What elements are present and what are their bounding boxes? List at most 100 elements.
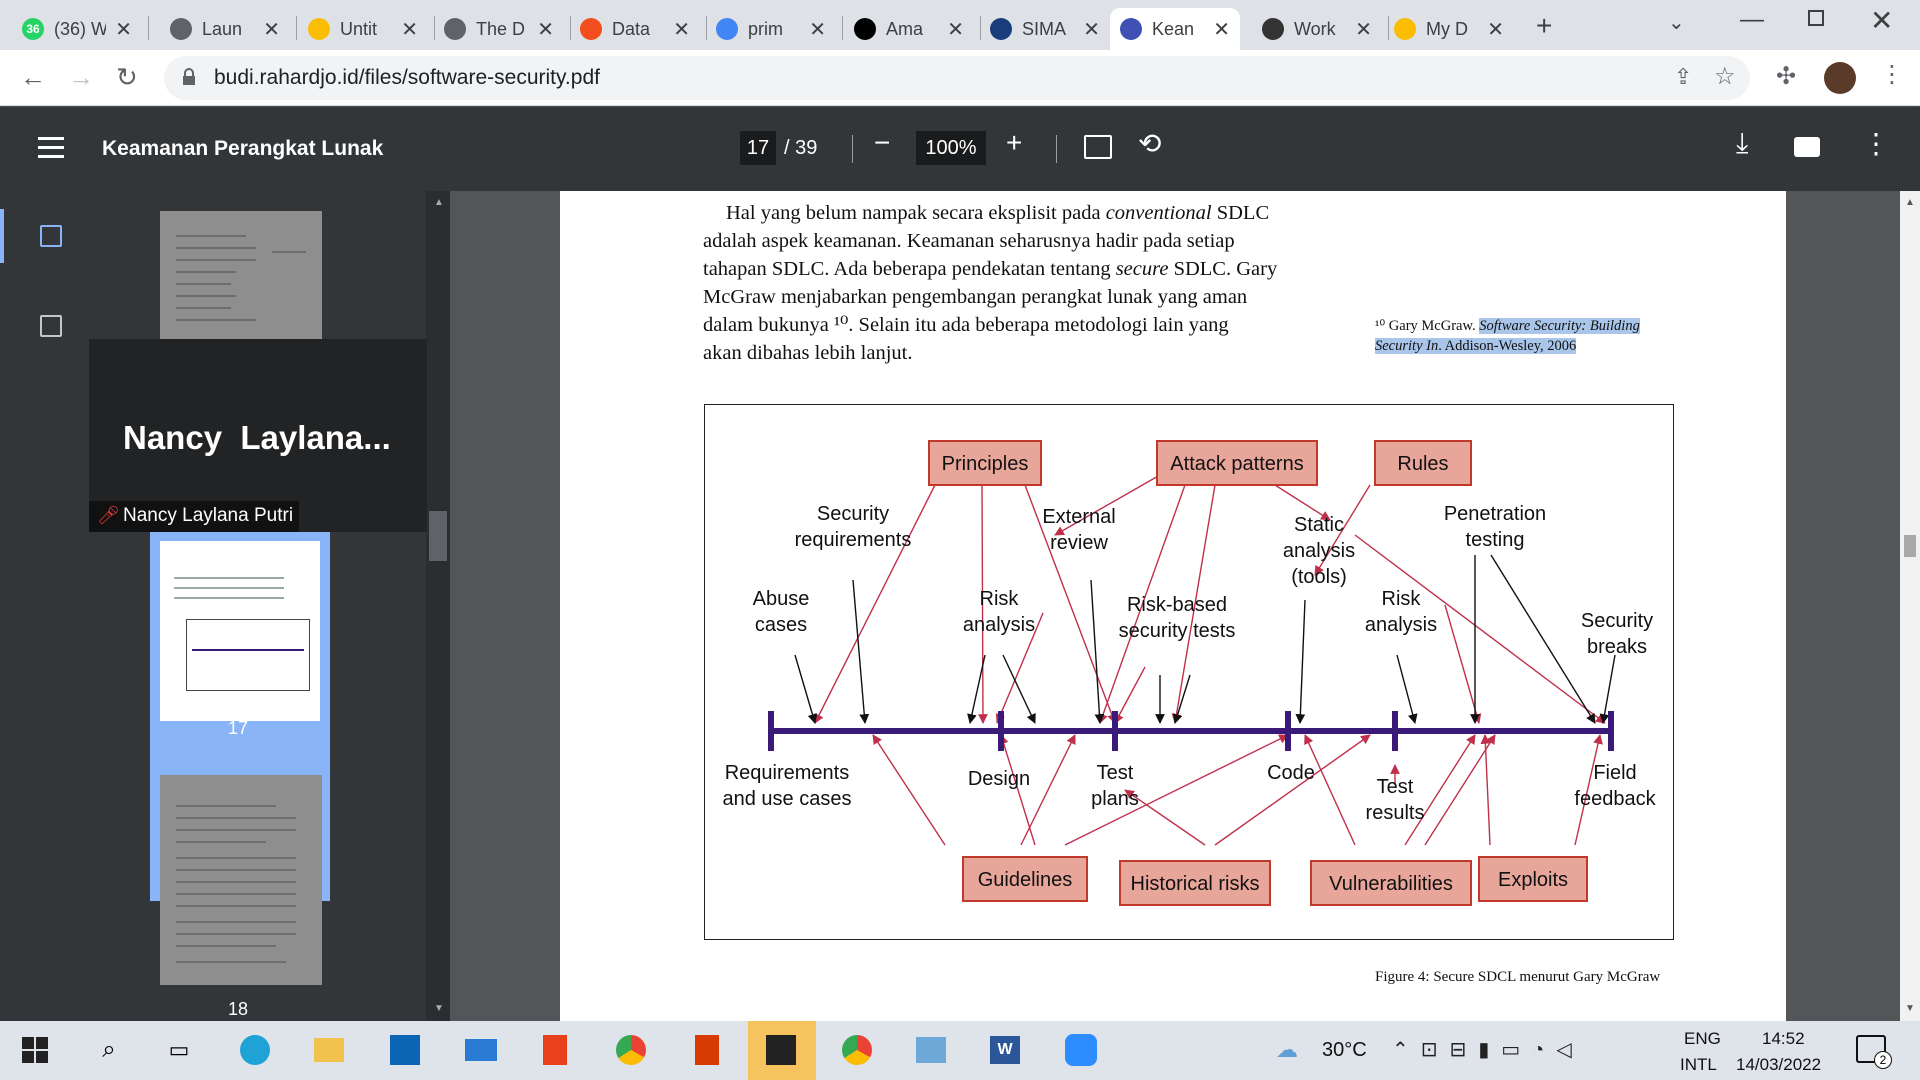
attack-patterns-label: Attack patterns: [1170, 453, 1303, 475]
sidebar-menu-icon[interactable]: [38, 137, 64, 159]
phase-requirements: Requirements and use cases: [723, 762, 852, 810]
new-tab-button[interactable]: +: [1536, 10, 1552, 42]
weather-icon[interactable]: ☁: [1276, 1037, 1298, 1063]
viewer-scrollbar[interactable]: ▲ ▼: [1900, 191, 1920, 1021]
omnibox[interactable]: budi.rahardjo.id/files/software-security…: [164, 56, 1750, 100]
pdf-page-17: Hal yang belum nampak secara eksplisit p…: [560, 191, 1786, 1021]
browser-tab[interactable]: SIMA ✕: [980, 8, 1110, 50]
keyboard-layout[interactable]: INTL: [1680, 1055, 1717, 1075]
viewer-scroll-thumb[interactable]: [1904, 535, 1916, 557]
search-icon[interactable]: ⌕: [90, 1031, 128, 1069]
zoom-in-icon[interactable]: +: [1006, 127, 1022, 159]
edge-icon[interactable]: [236, 1031, 274, 1069]
office-icon-2[interactable]: [688, 1031, 726, 1069]
more-actions-icon[interactable]: ⋮: [1862, 127, 1890, 160]
whatsapp-icon: 36: [22, 18, 44, 40]
globe-icon: [170, 18, 192, 40]
close-window-button[interactable]: ✕: [1870, 4, 1893, 37]
tab-search-icon[interactable]: ⌄: [1668, 10, 1685, 35]
chrome-icon[interactable]: [612, 1031, 650, 1069]
amazon-icon: [854, 18, 876, 40]
browser-tab[interactable]: Laun ✕: [160, 8, 290, 50]
download-icon[interactable]: ⤓: [1736, 127, 1748, 160]
close-tab-icon[interactable]: ✕: [1487, 17, 1504, 42]
lock-icon[interactable]: [182, 68, 196, 86]
dell-icon[interactable]: [386, 1031, 424, 1069]
sidebar-scrollbar[interactable]: ▲ ▼: [426, 191, 450, 1021]
print-icon[interactable]: [1794, 137, 1820, 157]
file-explorer-icon[interactable]: [310, 1031, 348, 1069]
page-number-input[interactable]: 17: [740, 131, 776, 165]
browser-tab[interactable]: Data ✕: [570, 8, 700, 50]
figure-caption: Figure 4: Secure SDCL menurut Gary McGra…: [1375, 969, 1661, 985]
label-risk-analysis-test: Risk analysis: [1365, 588, 1437, 636]
sidebar-scroll-thumb[interactable]: [429, 511, 447, 561]
close-tab-icon[interactable]: ✕: [401, 17, 418, 42]
thumbnails-view-icon[interactable]: [40, 225, 62, 247]
browser-tab[interactable]: 36 (36) W ✕: [12, 8, 142, 50]
exploits-label: Exploits: [1498, 869, 1568, 891]
system-tray-icons[interactable]: ⌃⊡⊟▮▭◔◁: [1392, 1037, 1584, 1062]
zoom-app-icon[interactable]: [1062, 1031, 1100, 1069]
notes-app-icon[interactable]: [912, 1031, 950, 1069]
close-tab-icon[interactable]: ✕: [1083, 17, 1100, 42]
participant-name: Nancy Laylana Putri: [123, 505, 294, 526]
tab-title: (36) W: [54, 18, 106, 39]
page-thumbnail-18[interactable]: [160, 775, 322, 985]
browser-tab[interactable]: Ama ✕: [844, 8, 974, 50]
office-icon[interactable]: [536, 1031, 574, 1069]
clock-date[interactable]: 14/03/2022: [1736, 1055, 1821, 1075]
browser-tab[interactable]: My D ✕: [1384, 8, 1514, 50]
url-text[interactable]: budi.rahardjo.id/files/software-security…: [214, 66, 600, 90]
mendeley-icon: [1262, 18, 1284, 40]
thumbnail-sidebar: 17 18 ▲ ▼: [0, 191, 450, 1021]
weather-temp[interactable]: 30°C: [1322, 1039, 1367, 1062]
rotate-icon[interactable]: ⟲: [1138, 127, 1161, 160]
close-tab-icon[interactable]: ✕: [673, 17, 690, 42]
windows-start-icon[interactable]: [16, 1031, 54, 1069]
page-thumbnail-16[interactable]: [160, 211, 322, 341]
sima-icon: [990, 18, 1012, 40]
sticky-notes-icon[interactable]: [748, 1021, 816, 1080]
zoom-input[interactable]: 100%: [916, 131, 986, 165]
zoom-video-popup[interactable]: Nancy Laylana... 🎤︎ Nancy Laylana Putri: [89, 339, 427, 532]
minimize-button[interactable]: —: [1740, 6, 1764, 34]
browser-tab[interactable]: The D ✕: [434, 8, 564, 50]
participant-big-name: Nancy Laylana...: [123, 419, 391, 456]
close-tab-icon[interactable]: ✕: [947, 17, 964, 42]
browser-tab[interactable]: Untit ✕: [298, 8, 428, 50]
pdf-viewer[interactable]: Hal yang belum nampak secara eksplisit p…: [450, 191, 1900, 1021]
language-code[interactable]: ENG: [1684, 1029, 1721, 1049]
figma-icon: [580, 18, 602, 40]
close-tab-icon[interactable]: ✕: [263, 17, 280, 42]
close-tab-icon[interactable]: ✕: [809, 17, 826, 42]
browser-tab[interactable]: prim ✕: [706, 8, 836, 50]
profile-avatar[interactable]: [1824, 62, 1856, 94]
clock-time[interactable]: 14:52: [1762, 1029, 1805, 1049]
forward-icon[interactable]: →: [68, 62, 94, 93]
chrome-active-icon[interactable]: [838, 1031, 876, 1069]
close-tab-icon[interactable]: ✕: [1213, 17, 1230, 42]
reload-icon[interactable]: ↻: [116, 62, 138, 93]
browser-tab[interactable]: Kean ✕: [1110, 8, 1240, 50]
thumbnail-page-17: [160, 541, 320, 721]
browser-tab[interactable]: Work ✕: [1252, 8, 1382, 50]
toolbar-divider: [852, 135, 853, 163]
extensions-icon[interactable]: ✣: [1776, 62, 1796, 91]
close-tab-icon[interactable]: ✕: [1355, 17, 1372, 42]
bookmark-star-icon[interactable]: ☆: [1714, 62, 1736, 91]
outline-view-icon[interactable]: [40, 315, 62, 337]
fit-page-icon[interactable]: [1084, 135, 1112, 159]
zoom-out-icon[interactable]: −: [874, 127, 890, 159]
back-icon[interactable]: ←: [20, 62, 46, 93]
windows-taskbar: ⌕ ▭ W ☁ 30°C ⌃⊡⊟▮▭◔◁ ENG INTL 14:52 14/0…: [0, 1021, 1920, 1080]
mail-icon[interactable]: [462, 1031, 500, 1069]
close-tab-icon[interactable]: ✕: [537, 17, 554, 42]
chrome-menu-icon[interactable]: ⋮: [1880, 60, 1904, 89]
notification-center-icon[interactable]: 2: [1856, 1035, 1892, 1069]
restore-button[interactable]: [1808, 10, 1824, 26]
word-icon[interactable]: W: [986, 1031, 1024, 1069]
task-view-icon[interactable]: ▭: [160, 1031, 198, 1069]
share-icon[interactable]: ⇪: [1674, 64, 1692, 90]
close-tab-icon[interactable]: ✕: [115, 17, 132, 42]
